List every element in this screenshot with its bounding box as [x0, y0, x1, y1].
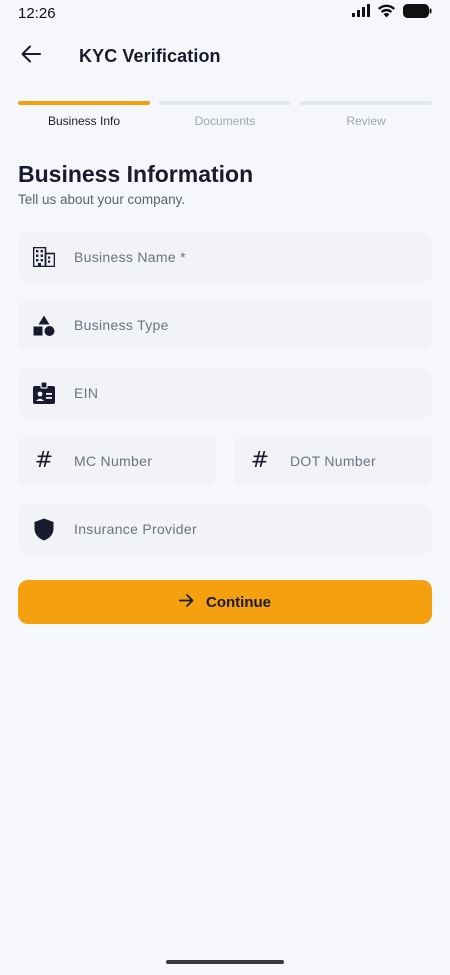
id-badge-icon	[32, 381, 56, 405]
step-label: Business Info	[47, 114, 121, 128]
step-review[interactable]: Review	[300, 101, 432, 128]
wifi-icon	[377, 4, 396, 23]
status-icons	[352, 3, 432, 23]
building-icon	[32, 245, 56, 269]
hash-icon: #	[250, 448, 270, 473]
step-label: Documents	[194, 114, 256, 128]
home-indicator[interactable]	[166, 960, 284, 964]
business-name-input[interactable]	[74, 232, 432, 282]
arrow-left-icon	[21, 45, 41, 68]
ein-field[interactable]	[18, 368, 432, 418]
signal-icon	[352, 4, 370, 22]
step-bar	[159, 101, 291, 105]
mc-number-input[interactable]	[74, 436, 216, 486]
back-button[interactable]	[14, 39, 48, 73]
category-icon	[32, 313, 56, 337]
ein-input[interactable]	[74, 368, 432, 418]
status-bar: 12:26	[0, 0, 450, 26]
business-type-input[interactable]	[74, 300, 432, 350]
step-bar	[300, 101, 432, 105]
business-type-field[interactable]	[18, 300, 432, 350]
step-bar	[18, 101, 150, 105]
continue-button[interactable]: Continue	[18, 580, 432, 624]
step-documents[interactable]: Documents	[159, 101, 291, 128]
section-title: Business Information	[18, 161, 254, 187]
dot-number-field[interactable]: #	[234, 436, 432, 486]
step-business-info[interactable]: Business Info	[18, 101, 150, 128]
page-title: KYC Verification	[79, 45, 221, 66]
mc-number-field[interactable]: #	[18, 436, 216, 486]
insurance-provider-input[interactable]	[74, 504, 432, 554]
step-label: Review	[346, 114, 386, 128]
battery-icon	[403, 3, 432, 23]
shield-icon	[32, 517, 56, 541]
arrow-right-icon	[178, 594, 194, 610]
section-subtitle: Tell us about your company.	[18, 192, 186, 207]
hash-icon: #	[34, 448, 54, 473]
status-time: 12:26	[18, 4, 56, 22]
dot-number-input[interactable]	[290, 436, 432, 486]
progress-stepper: Business Info Documents Review	[18, 101, 432, 128]
business-name-field[interactable]	[18, 232, 432, 282]
insurance-provider-field[interactable]	[18, 504, 432, 554]
continue-label: Continue	[206, 593, 271, 611]
app-bar: KYC Verification	[0, 34, 450, 78]
